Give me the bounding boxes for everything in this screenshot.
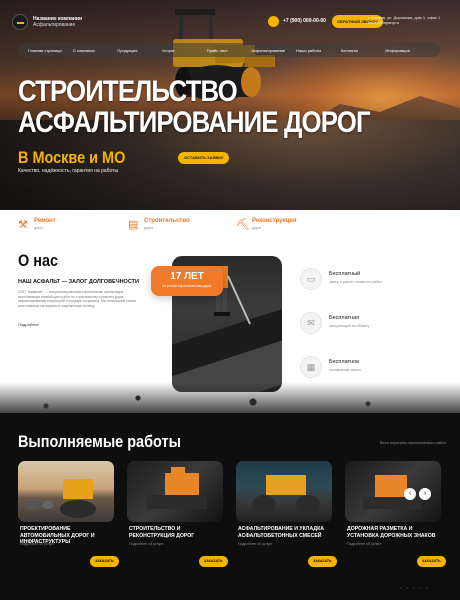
years-number: 17 ЛЕТ — [170, 271, 204, 282]
feature-sub: дорог — [34, 226, 44, 230]
order-work-button[interactable]: ЗАКАЗАТЬ — [308, 556, 337, 567]
nav-item-prices[interactable]: Прайс-лист — [207, 48, 252, 53]
work-card[interactable]: СТРОИТЕЛЬСТВО И РЕКОНСТРУКЦИЯ ДОРОГ Подр… — [127, 461, 228, 595]
work-card-title: ДОРОЖНАЯ РАЗМЕТКА И УСТАНОВКА ДОРОЖНЫХ З… — [347, 526, 436, 539]
order-button[interactable]: ОСТАВИТЬ ЗАЯВКУ — [178, 152, 230, 164]
all-works-link[interactable]: Весь перечень выполняемых работ — [380, 440, 446, 445]
hammer-icon: ⚒ — [18, 219, 28, 231]
order-work-button[interactable]: ЗАКАЗАТЬ — [417, 556, 446, 567]
chat-icon: ✉ — [300, 312, 322, 334]
works-section: Выполняемые работы Весь перечень выполня… — [0, 413, 460, 600]
benefit-item: ▭ Бесплатный замер и расчёт стоимости ра… — [300, 268, 450, 294]
work-card-sub: Подробнее об услуге — [238, 542, 273, 546]
nav-item-asphalting[interactable]: Асфальтирование — [251, 48, 296, 53]
header-bar: Название компании Асфальтирование +7 (90… — [0, 14, 460, 38]
work-card-title: СТРОИТЕЛЬСТВО И РЕКОНСТРУКЦИЯ ДОРОГ — [129, 526, 195, 539]
nav-item-services[interactable]: Услуги — [162, 48, 207, 53]
work-card-image — [127, 461, 223, 522]
crane-icon: ⛏ — [236, 219, 250, 231]
work-card-title: АСФАЛЬТИРОВАНИЕ И УКЛАДКА АСФАЛЬТОБЕТОНН… — [238, 526, 324, 539]
work-card-image — [236, 461, 332, 522]
more-link[interactable]: Подробнее — [18, 322, 39, 327]
works-heading: Выполняемые работы — [18, 432, 181, 451]
about-heading: О нас — [18, 251, 59, 270]
nav-item-about[interactable]: О компании — [73, 48, 118, 53]
paver-illustration — [147, 467, 207, 509]
work-card-sub: Подробнее об услуге — [20, 542, 55, 546]
hero-tagline: Качество, надёжность, гарантия на работы — [18, 168, 119, 174]
about-subheading: НАШ АСФАЛЬТ — ЗАЛОГ ДОЛГОВЕЧНОСТИ — [18, 279, 139, 285]
work-card[interactable]: АСФАЛЬТИРОВАНИЕ И УКЛАДКА АСФАЛЬТОБЕТОНН… — [236, 461, 337, 595]
brand[interactable]: Название компании Асфальтирование — [33, 16, 82, 28]
main-nav: Главная страница О компании Продукция Ус… — [18, 43, 440, 57]
nav-item-contacts[interactable]: Контакты — [341, 48, 386, 53]
benefit-title: Бесплатный — [329, 271, 361, 277]
hero-title-line-1: СТРОИТЕЛЬСТВО — [18, 75, 238, 108]
feature-title: Реконструкция — [252, 218, 297, 224]
features-strip: ⚒ Ремонт дорог ▤ Строительство дорог ⛏ Р… — [0, 210, 460, 240]
phone-number[interactable]: +7 (900) 000-00-00 — [283, 18, 326, 24]
benefit-item: ▦ Бесплатное составление сметы — [300, 356, 450, 382]
order-work-button[interactable]: ЗАКАЗАТЬ — [199, 556, 228, 567]
benefit-title: Бесплатная — [329, 315, 360, 321]
nav-item-products[interactable]: Продукция — [117, 48, 162, 53]
header-address: г. Москва, ул. Дорожная, дом 1, офис 1 i… — [368, 15, 441, 25]
road-icon: ▤ — [128, 219, 139, 231]
hero-section: Название компании Асфальтирование +7 (90… — [0, 0, 460, 210]
nav-item-home[interactable]: Главная страница — [28, 48, 73, 53]
document-icon: ▦ — [300, 356, 322, 378]
hero-subtitle: В Москве и МО — [18, 148, 126, 167]
roller-illustration — [25, 479, 96, 518]
ruler-icon: ▭ — [300, 268, 322, 290]
benefit-sub: составление сметы — [329, 368, 361, 372]
nav-item-info[interactable]: Информация — [385, 48, 430, 53]
carousel-next-button[interactable]: › — [419, 488, 431, 500]
phone-icon — [268, 16, 279, 27]
feature-sub: дорог — [252, 226, 262, 230]
benefit-sub: замер и расчёт стоимости работ — [329, 280, 382, 284]
years-badge: 17 ЛЕТ на рынке строительства дорог — [151, 266, 223, 296]
nav-item-works[interactable]: Наши работы — [296, 48, 341, 53]
work-card[interactable]: ДОРОЖНАЯ РАЗМЕТКА И УСТАНОВКА ДОРОЖНЫХ З… — [345, 461, 446, 595]
carousel-dots[interactable]: • • • • • — [400, 585, 429, 590]
order-work-button[interactable]: ЗАКАЗАТЬ — [90, 556, 119, 567]
hero-title: СТРОИТЕЛЬСТВО АСФАЛЬТИРОВАНИЕ ДОРОГ — [18, 75, 371, 139]
benefit-title: Бесплатное — [329, 359, 360, 365]
hero-title-line-2: АСФАЛЬТИРОВАНИЕ ДОРОГ — [18, 106, 371, 139]
logo-icon[interactable] — [12, 14, 28, 30]
benefit-sub: консультация по объекту — [329, 324, 370, 328]
work-card-image — [18, 461, 114, 522]
work-card-sub: Подробнее об услуге — [129, 542, 164, 546]
roller-illustration — [252, 475, 320, 515]
years-label: на рынке строительства дорог — [162, 284, 212, 288]
benefit-item: ✉ Бесплатная консультация по объекту — [300, 312, 450, 338]
work-card-sub: Подробнее об услуге — [347, 542, 382, 546]
about-text: ООО "Название" — специализированная стро… — [18, 290, 137, 308]
feature-title: Ремонт — [34, 218, 56, 224]
feature-title: Строительство — [144, 218, 190, 224]
carousel-prev-button[interactable]: ‹ — [404, 488, 416, 500]
brand-tagline: Асфальтирование — [33, 22, 76, 28]
work-card[interactable]: ПРОЕКТИРОВАНИЕ АВТОМОБИЛЬНЫХ ДОРОГ И ИНФ… — [18, 461, 119, 595]
feature-sub: дорог — [144, 226, 154, 230]
page: Название компании Асфальтирование +7 (90… — [0, 0, 460, 600]
